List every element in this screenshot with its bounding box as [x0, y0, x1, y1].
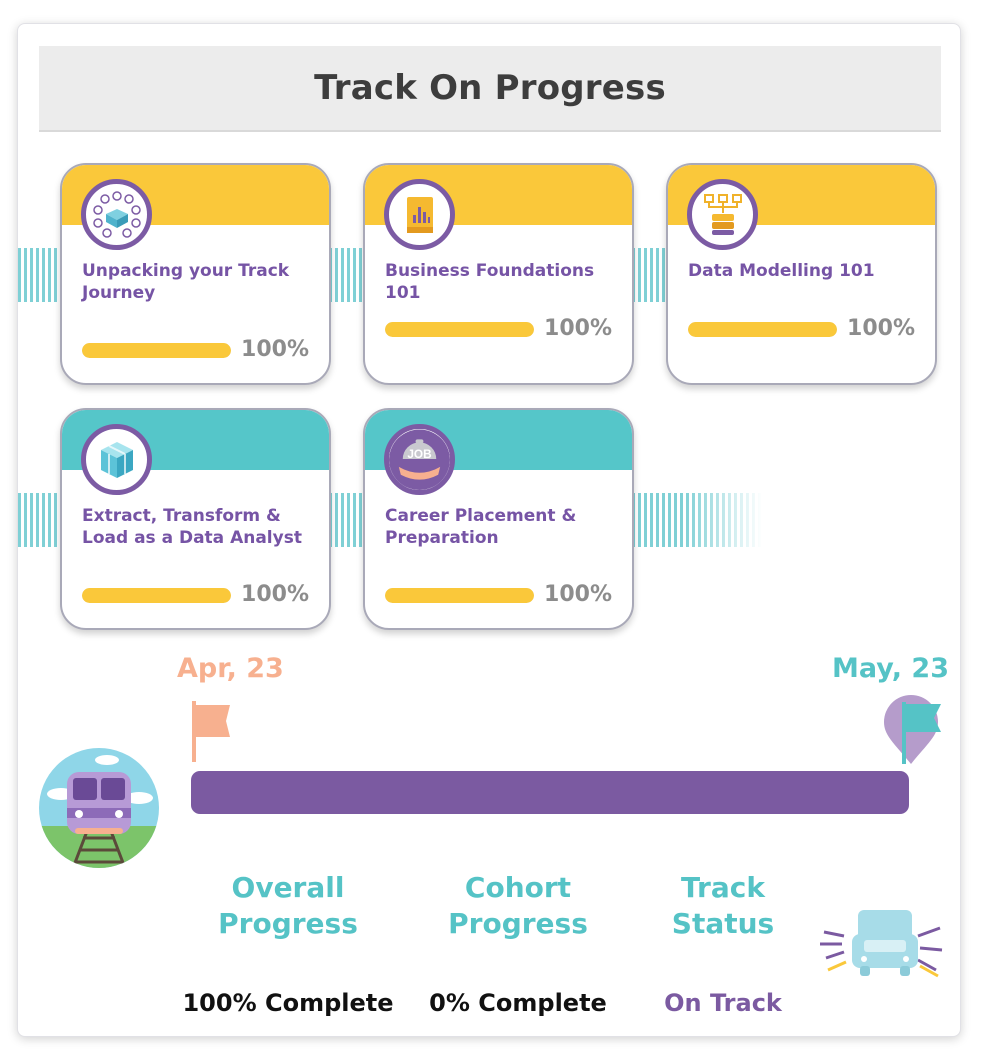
progress-percent: 100%: [544, 316, 612, 341]
start-flag-icon: [190, 699, 235, 764]
moving-truck-icon: [818, 904, 944, 984]
progress-fill: [82, 588, 231, 603]
page-title: Track On Progress: [314, 68, 666, 108]
stat-value-track-status: On Track: [664, 989, 782, 1017]
module-card-unpacking[interactable]: Unpacking your Track Journey 100%: [60, 163, 331, 385]
connector-stripes: [632, 248, 666, 302]
panel-header: Track On Progress: [39, 46, 941, 132]
progress-fill: [385, 588, 534, 603]
stat-title-cohort-progress: Cohort Progress: [448, 871, 588, 940]
end-date: May, 23: [832, 653, 949, 684]
stat-title-overall-progress: Overall Progress: [218, 871, 358, 940]
timeline-bar: [191, 771, 909, 814]
module-card-data-modelling[interactable]: Data Modelling 101 100%: [666, 163, 937, 385]
stat-value-cohort-progress: 0% Complete: [429, 989, 607, 1017]
track-progress-panel: Track On Progress Unpacking your Track J…: [17, 23, 961, 1037]
progress-bar: [82, 588, 231, 603]
stat-title-track-status: Track Status: [671, 871, 775, 940]
mindmap-icon: [81, 179, 152, 250]
module-title: Business Foundations 101: [385, 261, 595, 303]
module-card-career-placement[interactable]: JOB Career Placement & Preparation 100%: [363, 408, 634, 630]
cube-icon: [81, 424, 152, 495]
connector-stripes: [18, 248, 62, 302]
end-flag-icon: [881, 692, 943, 766]
progress-bar: [82, 343, 231, 358]
svg-text:JOB: JOB: [407, 447, 431, 461]
module-title: Career Placement & Preparation: [385, 506, 577, 548]
progress-fill: [82, 343, 231, 358]
train-icon: [39, 748, 159, 868]
progress-percent: 100%: [544, 582, 612, 607]
connector-stripes: [329, 248, 363, 302]
module-title: Data Modelling 101: [688, 261, 875, 281]
progress-fill: [688, 322, 837, 337]
progress-bar: [688, 322, 837, 337]
connector-stripes: [329, 493, 363, 547]
module-card-business-foundations[interactable]: Business Foundations 101 100%: [363, 163, 634, 385]
stat-value-overall-progress: 100% Complete: [182, 989, 394, 1017]
progress-bar: [385, 322, 534, 337]
progress-percent: 100%: [241, 337, 309, 362]
job-icon: JOB: [384, 424, 455, 495]
module-card-etl[interactable]: Extract, Transform & Load as a Data Anal…: [60, 408, 331, 630]
connector-stripes: [632, 493, 762, 547]
book-chart-icon: [384, 179, 455, 250]
progress-fill: [385, 322, 534, 337]
progress-bar: [385, 588, 534, 603]
module-title: Extract, Transform & Load as a Data Anal…: [82, 506, 302, 548]
progress-percent: 100%: [847, 316, 915, 341]
database-tree-icon: [687, 179, 758, 250]
module-title: Unpacking your Track Journey: [82, 261, 290, 303]
progress-percent: 100%: [241, 582, 309, 607]
start-date: Apr, 23: [177, 653, 284, 684]
connector-stripes: [18, 493, 62, 547]
